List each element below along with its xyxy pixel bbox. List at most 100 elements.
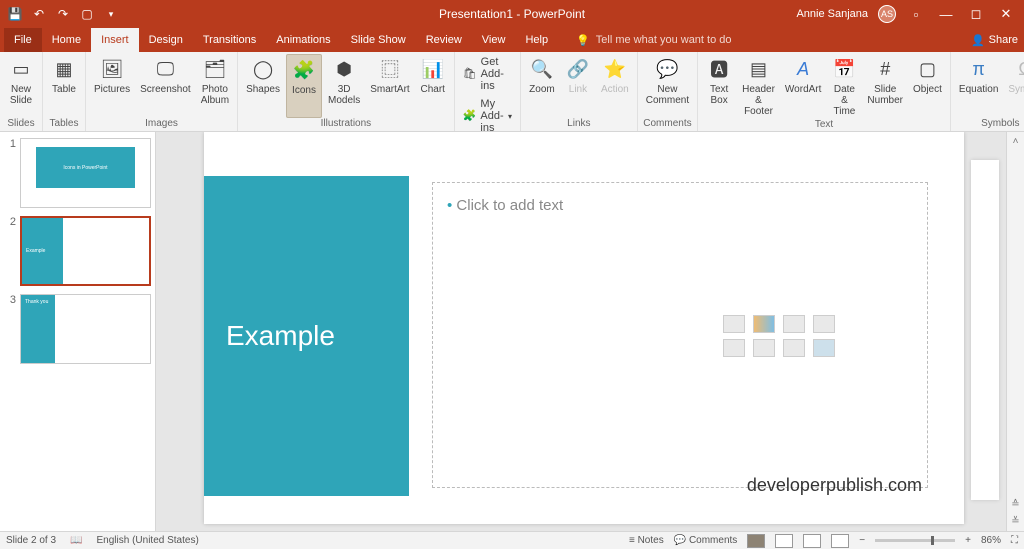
tab-help[interactable]: Help — [515, 28, 558, 52]
insert-video-icon[interactable] — [783, 339, 805, 357]
zoom-out-icon[interactable]: − — [859, 535, 865, 546]
reading-view-icon[interactable] — [803, 534, 821, 548]
store-icon: 🛍 — [463, 67, 477, 81]
get-addins-button[interactable]: 🛍Get Add-ins — [459, 54, 516, 94]
new-comment-button[interactable]: 💬New Comment — [642, 54, 693, 118]
close-icon[interactable]: ✕ — [996, 6, 1016, 22]
undo-icon[interactable]: ↶ — [32, 7, 46, 21]
screenshot-button[interactable]: 🖵Screenshot — [136, 54, 195, 118]
tab-home[interactable]: Home — [42, 28, 91, 52]
insert-chart-icon[interactable] — [753, 315, 775, 333]
slide-number-icon: # — [872, 56, 898, 82]
action-button[interactable]: ⭐Action — [597, 54, 633, 118]
placeholder-text[interactable]: Click to add text — [447, 197, 563, 214]
object-button[interactable]: ▢Object — [909, 54, 946, 119]
tab-review[interactable]: Review — [416, 28, 472, 52]
chart-button[interactable]: 📊Chart — [416, 54, 450, 118]
language-status[interactable]: English (United States) — [97, 535, 199, 546]
insert-online-pictures-icon[interactable] — [753, 339, 775, 357]
slide-title[interactable]: Example — [204, 176, 409, 496]
current-slide[interactable]: Example Click to add text developerpubli… — [204, 132, 964, 524]
group-illustrations: Illustrations — [242, 118, 450, 131]
minimize-icon[interactable]: — — [936, 7, 956, 22]
fit-to-window-icon[interactable]: ⛶ — [1011, 535, 1018, 546]
tell-me-search[interactable]: 💡 Tell me what you want to do — [558, 28, 731, 52]
slide-number-button[interactable]: #Slide Number — [863, 54, 907, 119]
slide-sorter-view-icon[interactable] — [775, 534, 793, 548]
photo-album-button[interactable]: 🗂Photo Album — [197, 54, 233, 118]
content-placeholder[interactable]: Click to add text — [432, 182, 928, 488]
tab-slideshow[interactable]: Slide Show — [341, 28, 416, 52]
maximize-icon[interactable]: ◻ — [966, 6, 986, 22]
smartart-icon: ⿴ — [377, 56, 403, 82]
start-from-beginning-icon[interactable]: ▢ — [80, 7, 94, 21]
group-links: Links — [525, 118, 633, 131]
slide-counter[interactable]: Slide 2 of 3 — [6, 535, 56, 546]
comment-icon: 💬 — [654, 56, 680, 82]
3d-models-icon: ⬢ — [331, 56, 357, 82]
pictures-button[interactable]: 🖼Pictures — [90, 54, 134, 118]
symbol-button[interactable]: ΩSymbol — [1004, 54, 1024, 118]
new-slide-icon: ▭ — [8, 56, 34, 82]
next-slide-icon[interactable]: ≚ — [1011, 516, 1019, 527]
slide-thumbnail-2[interactable]: Example — [20, 216, 151, 286]
share-button[interactable]: 👤 Share — [971, 28, 1018, 52]
date-time-icon: 📅 — [831, 56, 857, 82]
next-slide-peek — [971, 160, 999, 500]
my-addins-button[interactable]: 🧩My Add-ins ▾ — [459, 96, 516, 136]
textbox-button[interactable]: 🅰Text Box — [702, 54, 736, 119]
redo-icon[interactable]: ↷ — [56, 7, 70, 21]
tab-transitions[interactable]: Transitions — [193, 28, 266, 52]
smartart-button[interactable]: ⿴SmartArt — [366, 54, 413, 118]
slide-editor[interactable]: Example Click to add text developerpubli… — [156, 132, 1024, 531]
collapse-ribbon-icon[interactable]: ˄ — [1013, 136, 1019, 147]
zoom-slider[interactable] — [875, 539, 955, 542]
tab-file[interactable]: File — [4, 28, 42, 52]
notes-button[interactable]: ≡ Notes — [629, 535, 664, 546]
user-name[interactable]: Annie Sanjana — [796, 8, 868, 20]
share-label: Share — [989, 34, 1018, 46]
comments-button[interactable]: 💬 Comments — [674, 535, 738, 546]
action-icon: ⭐ — [602, 56, 628, 82]
symbol-icon: Ω — [1012, 56, 1024, 82]
insert-icons-icon[interactable] — [813, 339, 835, 357]
user-avatar[interactable]: AS — [878, 5, 896, 23]
tab-insert[interactable]: Insert — [91, 28, 139, 52]
slide-thumbnail-1[interactable]: Icons in PowerPoint — [20, 138, 151, 208]
spellcheck-icon[interactable]: 📖 — [70, 535, 82, 546]
equation-icon: π — [966, 56, 992, 82]
header-footer-button[interactable]: ▤Header & Footer — [738, 54, 779, 119]
zoom-in-icon[interactable]: + — [965, 535, 971, 546]
zoom-level[interactable]: 86% — [981, 535, 1001, 546]
zoom-icon: 🔍 — [529, 56, 555, 82]
normal-view-icon[interactable] — [747, 534, 765, 548]
insert-smartart-icon[interactable] — [783, 315, 805, 333]
ribbon: ▭New Slide Slides ▦Table Tables 🖼Picture… — [0, 52, 1024, 132]
zoom-button[interactable]: 🔍Zoom — [525, 54, 559, 118]
shapes-button[interactable]: ◯Shapes — [242, 54, 284, 118]
3d-models-button[interactable]: ⬢3D Models — [324, 54, 364, 118]
tab-design[interactable]: Design — [139, 28, 193, 52]
status-bar: Slide 2 of 3 📖 English (United States) ≡… — [0, 531, 1024, 549]
qat-customize-icon[interactable]: ▾ — [104, 7, 118, 21]
slide-thumbnail-3[interactable]: Thank you — [20, 294, 151, 364]
new-slide-button[interactable]: ▭New Slide — [4, 54, 38, 118]
link-button[interactable]: 🔗Link — [561, 54, 595, 118]
save-icon[interactable]: 💾 — [8, 7, 22, 21]
date-time-button[interactable]: 📅Date & Time — [827, 54, 861, 119]
tab-animations[interactable]: Animations — [266, 28, 340, 52]
slideshow-view-icon[interactable] — [831, 534, 849, 548]
insert-table-icon[interactable] — [723, 315, 745, 333]
icons-button[interactable]: 🧩Icons — [286, 54, 322, 118]
equation-button[interactable]: πEquation — [955, 54, 1002, 118]
previous-slide-icon[interactable]: ≙ — [1011, 499, 1019, 510]
slide-thumbnails-panel[interactable]: 1 Icons in PowerPoint 2 Example 3 Thank … — [0, 132, 156, 531]
table-button[interactable]: ▦Table — [47, 54, 81, 118]
screenshot-icon: 🖵 — [152, 56, 178, 82]
insert-pictures-icon[interactable] — [723, 339, 745, 357]
wordart-button[interactable]: AWordArt — [781, 54, 826, 119]
insert-3d-icon[interactable] — [813, 315, 835, 333]
shapes-icon: ◯ — [250, 56, 276, 82]
tab-view[interactable]: View — [472, 28, 516, 52]
ribbon-display-icon[interactable]: ▫ — [906, 7, 926, 22]
